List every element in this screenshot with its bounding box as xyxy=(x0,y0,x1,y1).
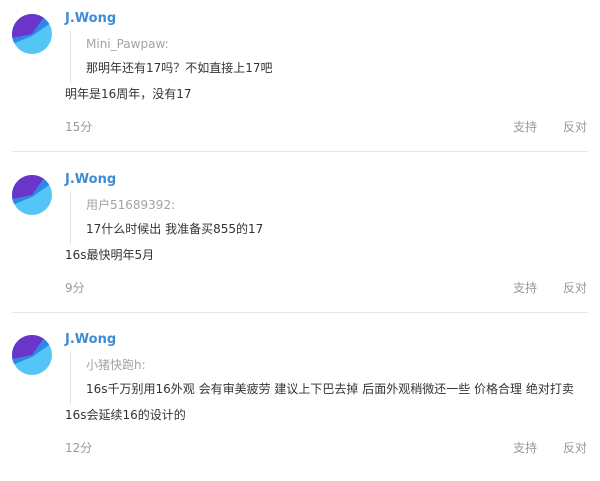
comment-time: 12分 xyxy=(65,441,93,455)
comment-text: 16s会延续16的设计的 xyxy=(65,408,186,422)
quote-text: 17什么时候出 我准备买855的17 xyxy=(86,222,264,236)
quote-text: 那明年还有17吗？不如直接上17吧 xyxy=(86,61,273,75)
divider xyxy=(12,312,588,313)
comment-time: 15分 xyxy=(65,120,93,134)
comment-item: J.Wong 用户51689392: 17什么时候出 我准备买855的17 16… xyxy=(0,161,600,321)
avatar-icon[interactable] xyxy=(12,14,52,54)
comment-text: 16s最快明年5月 xyxy=(65,248,155,262)
quote-username[interactable]: 小猪快跑h: xyxy=(86,357,146,373)
quoted-comment: 小猪快跑h: 16s千万别用16外观 会有审美疲劳 建议上下巴去掉 后面外观稍微… xyxy=(70,352,591,404)
quote-text: 16s千万别用16外观 会有审美疲劳 建议上下巴去掉 后面外观稍微还一些 价格合… xyxy=(86,382,574,396)
support-button[interactable]: 支持 xyxy=(513,440,537,456)
support-button[interactable]: 支持 xyxy=(513,119,537,135)
comment-text: 明年是16周年，没有17 xyxy=(65,87,192,101)
oppose-button[interactable]: 反对 xyxy=(563,119,587,135)
quoted-comment: Mini_Pawpaw: 那明年还有17吗？不如直接上17吧 xyxy=(70,31,591,83)
oppose-button[interactable]: 反对 xyxy=(563,280,587,296)
quoted-comment: 用户51689392: 17什么时候出 我准备买855的17 xyxy=(70,192,591,244)
comment-item: J.Wong 小猪快跑h: 16s千万别用16外观 会有审美疲劳 建议上下巴去掉… xyxy=(0,321,600,481)
divider xyxy=(12,151,588,152)
quote-username[interactable]: Mini_Pawpaw: xyxy=(86,36,169,52)
comment-item: J.Wong Mini_Pawpaw: 那明年还有17吗？不如直接上17吧 明年… xyxy=(0,0,600,160)
comment-time: 9分 xyxy=(65,281,85,295)
avatar-icon[interactable] xyxy=(12,335,52,375)
support-button[interactable]: 支持 xyxy=(513,280,537,296)
quote-username[interactable]: 用户51689392: xyxy=(86,197,175,213)
comment-username[interactable]: J.Wong xyxy=(65,332,116,348)
comment-username[interactable]: J.Wong xyxy=(65,11,116,27)
oppose-button[interactable]: 反对 xyxy=(563,440,587,456)
comment-username[interactable]: J.Wong xyxy=(65,172,116,188)
avatar-icon[interactable] xyxy=(12,175,52,215)
